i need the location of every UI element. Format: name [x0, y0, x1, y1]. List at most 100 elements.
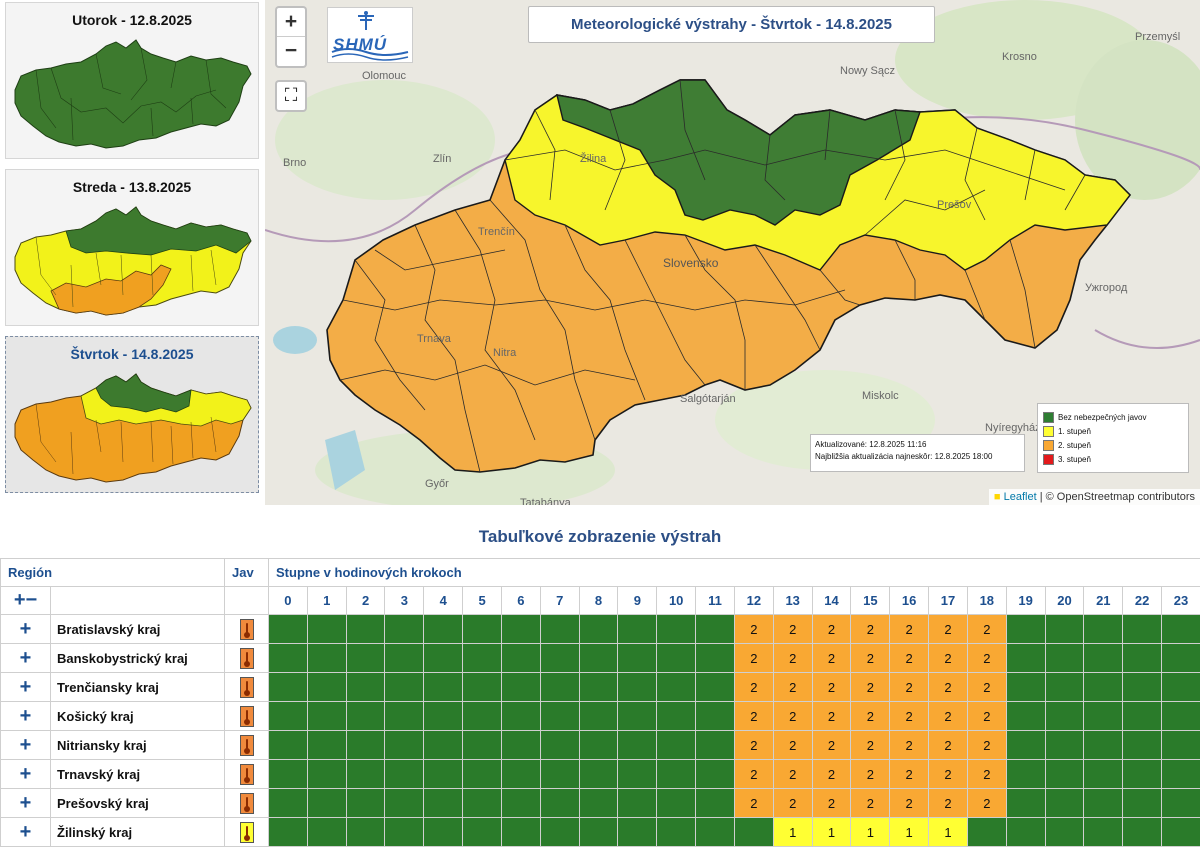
hour-level-cell[interactable]: 2	[850, 643, 891, 673]
hour-level-cell[interactable]	[1083, 788, 1124, 818]
hour-level-cell[interactable]	[1122, 701, 1163, 731]
hour-level-cell[interactable]	[1083, 614, 1124, 644]
hour-level-cell[interactable]	[268, 817, 308, 847]
expand-region-button[interactable]: +	[0, 701, 51, 731]
hour-level-cell[interactable]	[306, 759, 347, 789]
thermometer-icon[interactable]	[239, 647, 254, 669]
hour-level-cell[interactable]	[539, 817, 580, 847]
hour-level-cell[interactable]	[578, 788, 619, 818]
hour-level-cell[interactable]	[578, 730, 619, 760]
hour-level-cell[interactable]	[306, 788, 347, 818]
hour-level-cell[interactable]: 2	[772, 730, 813, 760]
hour-level-cell[interactable]: 2	[850, 788, 891, 818]
fullscreen-button[interactable]: ⛶	[275, 80, 307, 112]
hour-level-cell[interactable]	[384, 817, 425, 847]
hour-level-cell[interactable]	[966, 817, 1007, 847]
hour-level-cell[interactable]	[1044, 759, 1085, 789]
hour-level-cell[interactable]	[1161, 701, 1200, 731]
hour-level-cell[interactable]	[345, 672, 386, 702]
hour-level-cell[interactable]: 1	[850, 817, 891, 847]
hour-level-cell[interactable]	[617, 730, 658, 760]
hour-level-cell[interactable]: 2	[889, 672, 930, 702]
hour-level-cell[interactable]	[1044, 817, 1085, 847]
hour-level-cell[interactable]	[695, 672, 735, 702]
hour-level-cell[interactable]	[306, 672, 347, 702]
hour-level-cell[interactable]	[423, 730, 464, 760]
hour-level-cell[interactable]: 2	[811, 730, 852, 760]
hour-level-cell[interactable]: 2	[928, 788, 968, 818]
hour-level-cell[interactable]: 2	[850, 614, 891, 644]
hour-level-cell[interactable]	[423, 788, 464, 818]
hour-level-cell[interactable]	[500, 614, 541, 644]
hour-level-cell[interactable]	[1083, 672, 1124, 702]
hour-level-cell[interactable]	[695, 701, 735, 731]
hour-level-cell[interactable]	[1044, 701, 1085, 731]
hour-level-cell[interactable]	[1122, 672, 1163, 702]
hour-level-cell[interactable]: 2	[928, 730, 968, 760]
hour-level-cell[interactable]	[656, 730, 697, 760]
hour-level-cell[interactable]	[695, 817, 735, 847]
hour-level-cell[interactable]	[1083, 730, 1124, 760]
hour-level-cell[interactable]	[1083, 817, 1124, 847]
hour-level-cell[interactable]	[423, 614, 464, 644]
thumbnail-day-3[interactable]: Štvrtok - 14.8.2025	[5, 336, 259, 493]
hour-level-cell[interactable]	[462, 614, 502, 644]
hour-level-cell[interactable]	[462, 701, 502, 731]
hour-level-cell[interactable]	[306, 614, 347, 644]
hour-level-cell[interactable]	[539, 730, 580, 760]
hour-level-cell[interactable]	[1122, 730, 1163, 760]
hour-level-cell[interactable]	[500, 759, 541, 789]
hour-level-cell[interactable]	[539, 672, 580, 702]
hour-level-cell[interactable]: 2	[889, 614, 930, 644]
thumbnail-day-1[interactable]: Utorok - 12.8.2025	[5, 2, 259, 159]
hour-level-cell[interactable]: 2	[928, 614, 968, 644]
hour-level-cell[interactable]	[656, 788, 697, 818]
hour-level-cell[interactable]	[539, 759, 580, 789]
hour-level-cell[interactable]: 2	[733, 701, 774, 731]
hour-level-cell[interactable]	[1161, 759, 1200, 789]
hour-level-cell[interactable]	[306, 643, 347, 673]
hour-level-cell[interactable]: 1	[811, 817, 852, 847]
hour-level-cell[interactable]: 2	[772, 672, 813, 702]
hour-level-cell[interactable]	[268, 643, 308, 673]
hour-level-cell[interactable]: 1	[928, 817, 968, 847]
hour-level-cell[interactable]	[1122, 817, 1163, 847]
hour-level-cell[interactable]	[462, 672, 502, 702]
hour-level-cell[interactable]	[345, 788, 386, 818]
zoom-out-button[interactable]: −	[277, 37, 305, 66]
hour-level-cell[interactable]	[617, 614, 658, 644]
thermometer-icon[interactable]	[239, 676, 254, 698]
hour-level-cell[interactable]	[1044, 730, 1085, 760]
thermometer-icon[interactable]	[239, 734, 254, 756]
hour-level-cell[interactable]	[500, 672, 541, 702]
hour-level-cell[interactable]	[384, 643, 425, 673]
hour-level-cell[interactable]	[500, 643, 541, 673]
hour-level-cell[interactable]	[733, 817, 774, 847]
hour-level-cell[interactable]	[539, 788, 580, 818]
hour-level-cell[interactable]: 2	[772, 701, 813, 731]
hour-level-cell[interactable]	[345, 817, 386, 847]
hour-level-cell[interactable]	[1005, 643, 1046, 673]
hour-level-cell[interactable]	[384, 614, 425, 644]
hour-level-cell[interactable]	[578, 614, 619, 644]
hour-level-cell[interactable]	[1161, 788, 1200, 818]
hour-level-cell[interactable]	[1005, 701, 1046, 731]
hour-level-cell[interactable]	[539, 643, 580, 673]
hour-level-cell[interactable]	[384, 701, 425, 731]
thermometer-icon[interactable]	[239, 821, 254, 843]
hour-level-cell[interactable]	[578, 643, 619, 673]
hour-level-cell[interactable]: 2	[811, 701, 852, 731]
hour-level-cell[interactable]	[1005, 788, 1046, 818]
hour-level-cell[interactable]	[1161, 817, 1200, 847]
hour-level-cell[interactable]	[656, 672, 697, 702]
hour-level-cell[interactable]	[500, 701, 541, 731]
hour-level-cell[interactable]: 2	[772, 614, 813, 644]
hour-level-cell[interactable]	[1044, 614, 1085, 644]
hour-level-cell[interactable]	[1122, 788, 1163, 818]
hour-level-cell[interactable]	[1005, 614, 1046, 644]
hour-level-cell[interactable]	[1044, 643, 1085, 673]
hour-level-cell[interactable]: 2	[850, 672, 891, 702]
hour-level-cell[interactable]	[617, 817, 658, 847]
hour-level-cell[interactable]	[384, 730, 425, 760]
hour-level-cell[interactable]	[617, 788, 658, 818]
